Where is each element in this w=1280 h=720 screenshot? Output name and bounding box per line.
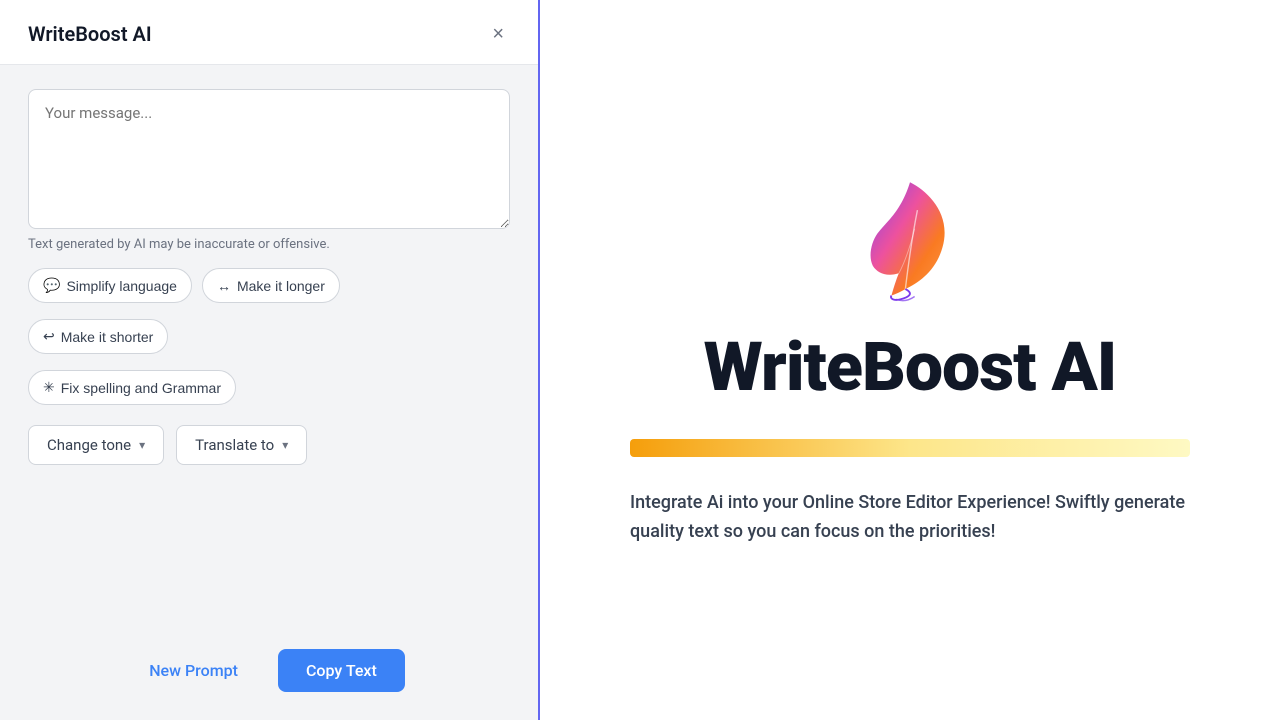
chip-row-2: ↩ Make it shorter xyxy=(28,319,510,354)
message-textarea[interactable] xyxy=(28,89,510,229)
make-longer-chip[interactable]: ↔ Make it longer xyxy=(202,268,340,303)
accent-bar xyxy=(630,439,1190,457)
left-panel: WriteBoost AI × Text generated by AI may… xyxy=(0,0,540,720)
panel-title: WriteBoost AI xyxy=(28,22,152,46)
simplify-language-chip[interactable]: 💬 Simplify language xyxy=(28,268,192,303)
right-panel: WriteBoost AI Integrate Ai into your Onl… xyxy=(540,0,1280,720)
translate-to-dropdown[interactable]: Translate to ▾ xyxy=(176,425,307,465)
chip-row-1: 💬 Simplify language ↔ Make it longer xyxy=(28,268,510,303)
dropdown-row: Change tone ▾ Translate to ▾ xyxy=(28,425,510,465)
copy-text-button[interactable]: Copy Text xyxy=(278,649,405,692)
brand-title: WriteBoost AI xyxy=(704,327,1117,407)
feather-logo-icon xyxy=(850,173,970,303)
chip-row-3: ✳ Fix spelling and Grammar xyxy=(28,370,510,405)
tagline-text: Integrate Ai into your Online Store Edit… xyxy=(630,489,1190,547)
fix-spelling-label: Fix spelling and Grammar xyxy=(61,380,221,396)
make-shorter-chip[interactable]: ↩ Make it shorter xyxy=(28,319,168,354)
change-tone-label: Change tone xyxy=(47,436,131,454)
make-shorter-label: Make it shorter xyxy=(61,329,154,345)
close-button[interactable]: × xyxy=(486,22,510,46)
change-tone-dropdown[interactable]: Change tone ▾ xyxy=(28,425,164,465)
action-row: New Prompt Copy Text xyxy=(0,631,538,720)
disclaimer-text: Text generated by AI may be inaccurate o… xyxy=(28,237,510,252)
new-prompt-button[interactable]: New Prompt xyxy=(133,651,254,690)
chevron-down-icon-2: ▾ xyxy=(282,438,288,452)
simplify-language-label: Simplify language xyxy=(66,278,177,294)
sparkle-icon: ✳ xyxy=(43,379,55,396)
panel-header: WriteBoost AI × xyxy=(0,0,538,65)
logo-area xyxy=(850,173,970,303)
make-longer-label: Make it longer xyxy=(237,278,325,294)
translate-to-label: Translate to xyxy=(195,436,274,454)
fix-spelling-chip[interactable]: ✳ Fix spelling and Grammar xyxy=(28,370,236,405)
chat-icon: 💬 xyxy=(43,277,60,294)
panel-body: Text generated by AI may be inaccurate o… xyxy=(0,65,538,631)
chevron-down-icon: ▾ xyxy=(139,438,145,452)
compress-icon: ↩ xyxy=(43,328,55,345)
expand-icon: ↔ xyxy=(217,278,231,294)
